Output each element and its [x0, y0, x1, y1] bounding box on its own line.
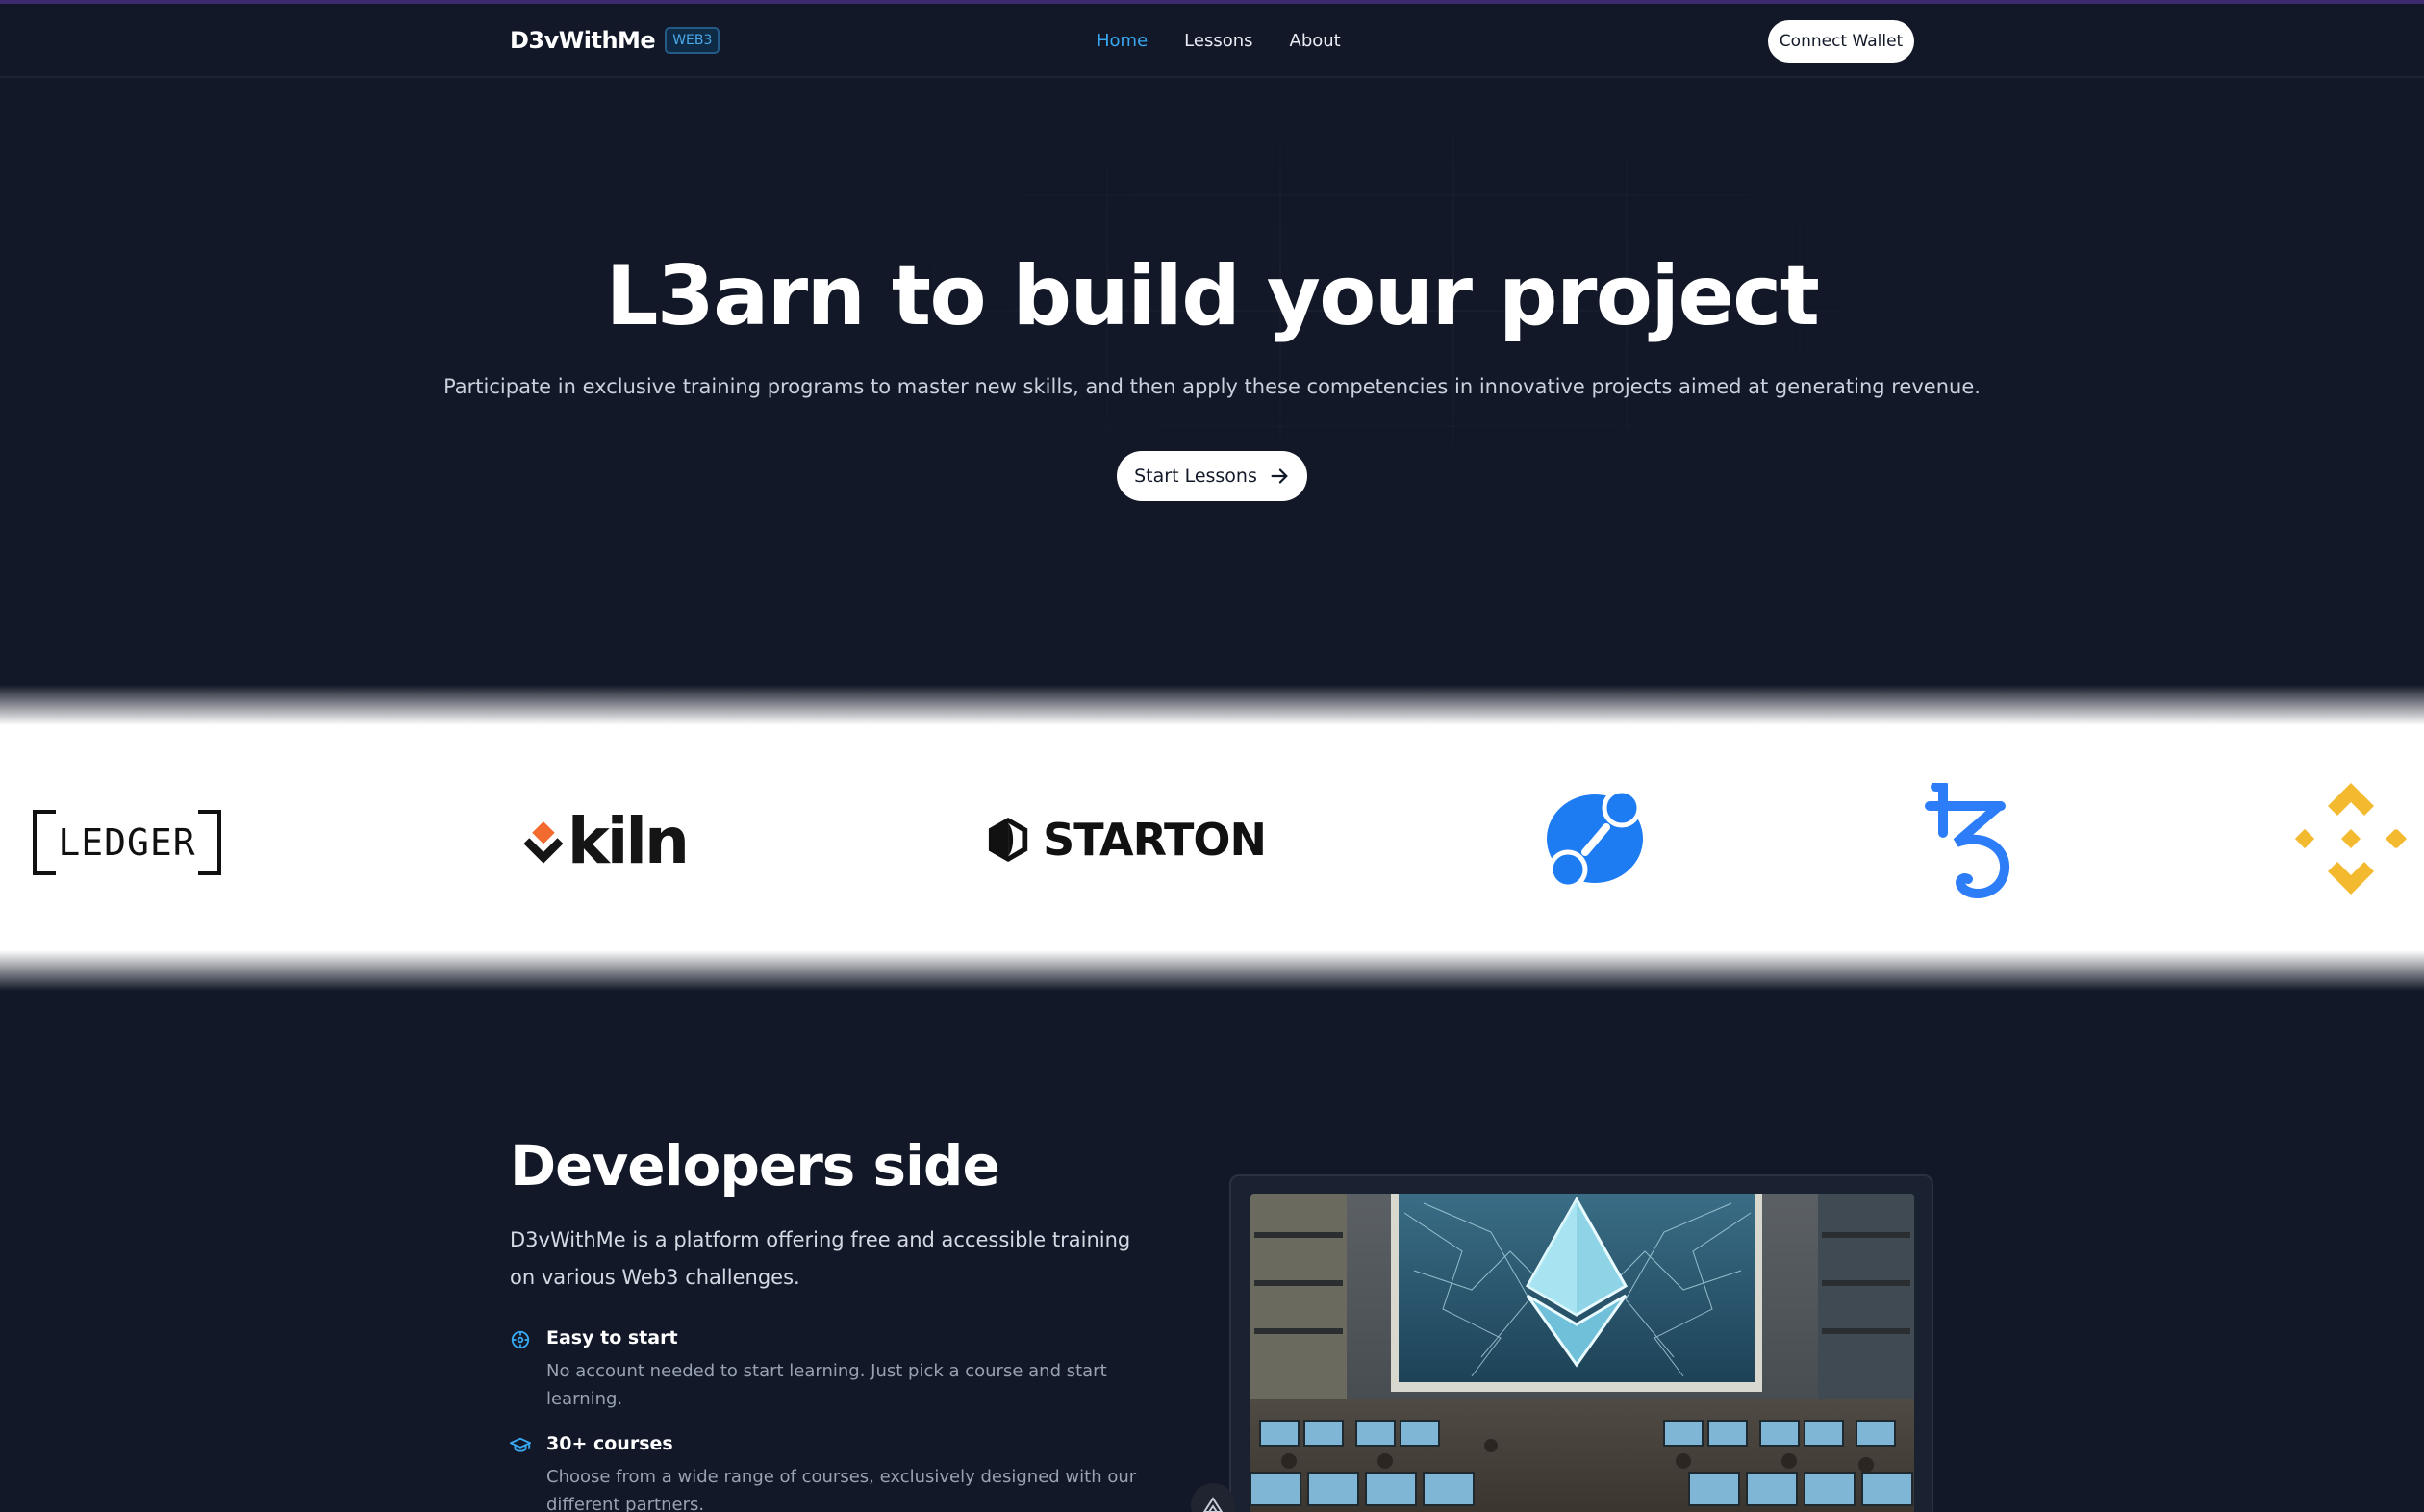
starton-logo: STARTON — [987, 810, 1267, 869]
feature-text: No account needed to start learning. Jus… — [546, 1361, 1107, 1409]
binance-logo — [2295, 783, 2407, 895]
classroom-ethereum-illustration — [1250, 1194, 1914, 1512]
hero-subtitle: Participate in exclusive training progra… — [443, 375, 1981, 398]
start-lessons-button[interactable]: Start Lessons — [1117, 451, 1307, 501]
nav-link-about[interactable]: About — [1290, 31, 1341, 51]
kiln-logo-text: kiln — [567, 804, 690, 878]
partner-logo-strip: LEDGER kiln STARTON — [0, 685, 2424, 991]
nav-link-lessons[interactable]: Lessons — [1184, 31, 1252, 51]
brand[interactable]: D3vWithMe WEB3 — [510, 27, 720, 54]
starton-logo-text: STARTON — [1043, 814, 1267, 866]
connect-wallet-button[interactable]: Connect Wallet — [1768, 20, 1914, 63]
feature-title: Easy to start — [546, 1327, 678, 1348]
ledger-logo: LEDGER — [33, 810, 221, 875]
brand-name[interactable]: D3vWithMe — [510, 27, 656, 54]
kiln-mark — [523, 821, 564, 864]
start-lessons-label: Start Lessons — [1134, 466, 1257, 487]
developers-title: Developers side — [510, 1133, 1000, 1198]
starton-hexagon-mark — [988, 817, 1028, 863]
developers-description: D3vWithMe is a platform offering free an… — [510, 1228, 1131, 1289]
partner-blue-swirl-logo — [1547, 788, 1643, 890]
feature-title: 30+ courses — [546, 1433, 673, 1454]
web3-badge: WEB3 — [665, 27, 720, 54]
hero-title: L3arn to build your project — [605, 248, 1820, 344]
compass-icon — [511, 1330, 530, 1349]
main-nav: Home Lessons About — [1097, 31, 1341, 51]
ledger-logo-text: LEDGER — [58, 821, 196, 864]
tezos-logo — [1924, 780, 2010, 899]
developers-image-card — [1229, 1174, 1933, 1512]
arrow-right-icon — [1271, 468, 1288, 484]
feature-text: Choose from a wide range of courses, exc… — [546, 1467, 1137, 1512]
kiln-logo: kiln — [523, 804, 690, 878]
graduation-cap-icon — [510, 1437, 531, 1452]
nav-link-home[interactable]: Home — [1097, 31, 1148, 51]
mountain-icon — [1202, 1497, 1224, 1512]
floating-action-icon[interactable] — [1191, 1483, 1235, 1512]
navbar: D3vWithMe WEB3 Home Lessons About Connec… — [0, 4, 2424, 78]
